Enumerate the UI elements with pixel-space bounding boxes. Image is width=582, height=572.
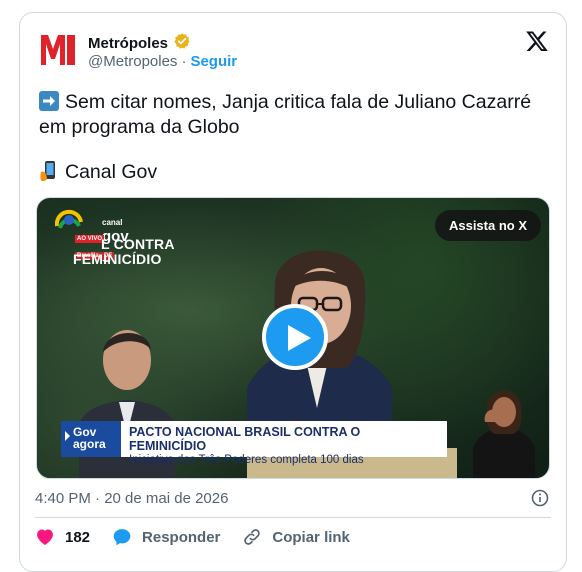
account-name[interactable]: Metrópoles bbox=[88, 35, 168, 52]
post-card[interactable]: Metrópoles @Metropoles · Seguir Sem cita… bbox=[19, 12, 567, 572]
play-icon bbox=[288, 325, 311, 351]
copy-link-label: Copiar link bbox=[272, 528, 350, 546]
follow-button[interactable]: Seguir bbox=[190, 53, 237, 70]
divider bbox=[35, 517, 551, 518]
post-text-line1: Sem citar nomes, Janja critica fala de J… bbox=[39, 90, 531, 115]
reply-bubble-icon bbox=[113, 529, 131, 546]
link-icon bbox=[244, 529, 261, 545]
metropoles-logo[interactable] bbox=[39, 31, 77, 69]
gov-agora-logo: Gov agora bbox=[61, 421, 121, 457]
like-button[interactable]: 182 bbox=[35, 527, 90, 547]
phone-icon bbox=[39, 160, 59, 182]
lower-third-banner: Gov agora PACTO NACIONAL BRASIL CONTRA O … bbox=[61, 421, 447, 466]
post-text-part3: Canal Gov bbox=[65, 161, 158, 183]
live-badge: AO VIVO bbox=[75, 235, 105, 243]
like-count: 182 bbox=[65, 528, 91, 546]
account-handle[interactable]: @Metropoles bbox=[88, 53, 177, 70]
reply-button[interactable]: Responder bbox=[112, 527, 220, 547]
post-text-line2: em programa da Globo bbox=[39, 116, 240, 138]
video-player[interactable]: canalgov AO VIVO L CONTRA O Brasília - D… bbox=[36, 197, 550, 479]
post-text-line3: Canal Gov bbox=[39, 160, 157, 185]
right-arrow-icon bbox=[39, 91, 59, 111]
info-icon[interactable] bbox=[531, 489, 549, 507]
backdrop-text-2: FEMINICÍDIO bbox=[73, 251, 162, 267]
heart-icon bbox=[37, 529, 53, 545]
copy-link-button[interactable]: Copiar link bbox=[242, 527, 350, 547]
x-logo-icon[interactable] bbox=[525, 29, 549, 53]
gov-agora-text-2: agora bbox=[73, 437, 106, 451]
lower-third-title: PACTO NACIONAL BRASIL CONTRA O FEMINICÍD… bbox=[129, 425, 361, 453]
sign-language-interpreter bbox=[473, 390, 535, 478]
reply-label: Responder bbox=[142, 528, 221, 546]
play-button[interactable] bbox=[262, 304, 328, 370]
separator-dot: · bbox=[181, 53, 187, 70]
post-text-part1: Sem citar nomes, Janja critica fala de J… bbox=[65, 91, 532, 113]
post-timestamp[interactable]: 4:40 PM · 20 de mai de 2026 bbox=[35, 490, 228, 507]
lower-third-subtitle: Iniciativa dos Três Poderes completa 100… bbox=[129, 454, 364, 466]
canal-gov-logo: canalgov AO VIVO L CONTRA O Brasília - D… bbox=[55, 208, 185, 272]
verified-badge-icon bbox=[173, 32, 191, 55]
watch-on-x-button[interactable]: Assista no X bbox=[434, 210, 541, 241]
